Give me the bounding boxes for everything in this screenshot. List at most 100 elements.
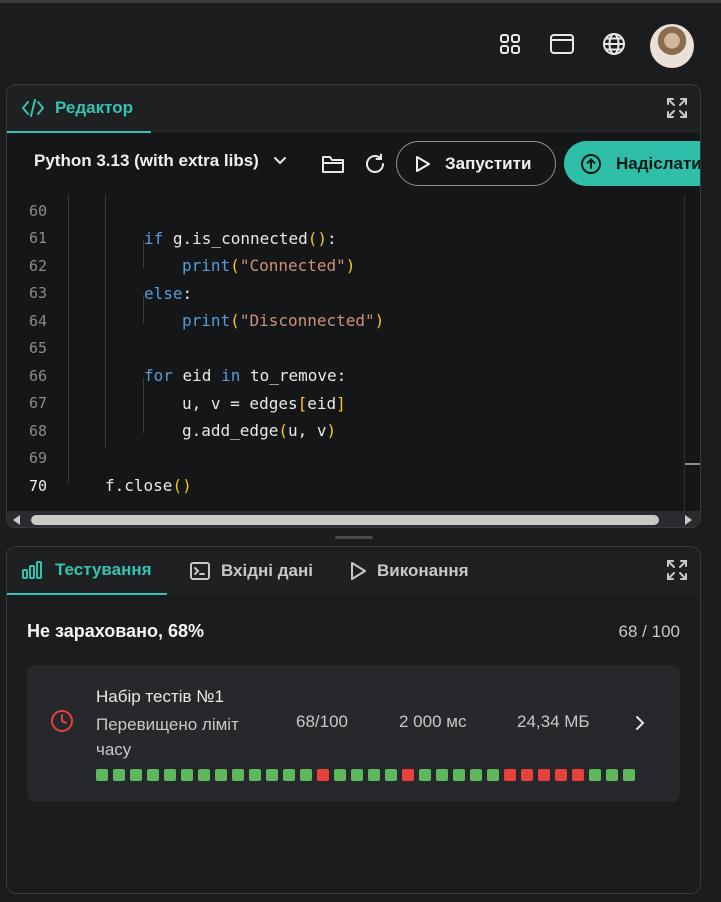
code-text: print("Disconnected") xyxy=(182,311,385,331)
horizontal-scrollbar[interactable] xyxy=(7,511,700,527)
tab-input-label: Вхідні дані xyxy=(221,561,313,580)
expand-icon[interactable] xyxy=(666,559,688,581)
code-line: 65 xyxy=(7,335,700,363)
language-label: Python 3.13 (with extra libs) xyxy=(34,151,259,170)
test-group-card[interactable]: Набір тестів №1 Перевищено ліміт часу 68… xyxy=(27,665,680,802)
line-number: 65 xyxy=(28,339,47,358)
run-button-label: Запустити xyxy=(445,153,532,173)
play-icon xyxy=(416,155,430,172)
submit-button[interactable]: Надіслати xyxy=(564,141,701,186)
code-line-current: 70 f.close() xyxy=(7,472,700,500)
test-result-pass[interactable] xyxy=(419,769,431,781)
code-line: 68 g.add_edge(u, v) xyxy=(7,417,700,445)
scroll-thumb[interactable] xyxy=(31,515,659,525)
code-line: 67 u, v = edges[eid] xyxy=(7,390,700,418)
tab-execution[interactable]: Виконання xyxy=(335,547,483,595)
code-icon xyxy=(21,99,45,117)
window-icon[interactable] xyxy=(549,31,575,57)
line-number: 61 xyxy=(28,229,47,248)
test-result-pass[interactable] xyxy=(130,769,142,781)
expand-icon[interactable] xyxy=(666,97,688,119)
tab-editor[interactable]: Редактор xyxy=(7,85,151,133)
test-result-pass[interactable] xyxy=(181,769,193,781)
test-result-pass[interactable] xyxy=(232,769,244,781)
test-result-pass[interactable] xyxy=(147,769,159,781)
code-line: 69 xyxy=(7,445,700,473)
globe-icon[interactable] xyxy=(601,31,627,57)
code-line: 62 print("Connected") xyxy=(7,252,700,280)
code-line: 61 if g.is_connected(): xyxy=(7,225,700,253)
code-text: for eid in to_remove: xyxy=(144,366,347,386)
code-editor[interactable]: 60 61 if g.is_connected(): 62 print("Con… xyxy=(7,195,700,511)
resize-handle[interactable] xyxy=(335,536,373,539)
test-result-pass[interactable] xyxy=(436,769,448,781)
bar-chart-icon xyxy=(22,561,42,579)
language-select[interactable]: Python 3.13 (with extra libs) xyxy=(34,151,287,171)
top-bar xyxy=(0,3,721,83)
test-group-title: Набір тестів №1 xyxy=(96,687,224,706)
test-result-pass[interactable] xyxy=(470,769,482,781)
editor-panel: Редактор Python 3.13 (with extra libs) З… xyxy=(6,84,701,528)
tab-testing[interactable]: Тестування xyxy=(7,547,167,595)
test-group-points: 68/100 xyxy=(296,712,348,731)
test-result-fail[interactable] xyxy=(504,769,516,781)
line-number: 66 xyxy=(28,366,47,385)
chevron-down-icon xyxy=(273,157,286,165)
test-result-fail[interactable] xyxy=(538,769,550,781)
test-results-strip xyxy=(96,769,635,781)
test-result-pass[interactable] xyxy=(368,769,380,781)
code-line: 66 for eid in to_remove: xyxy=(7,362,700,390)
test-result-pass[interactable] xyxy=(215,769,227,781)
terminal-icon xyxy=(190,562,210,580)
test-result-pass[interactable] xyxy=(113,769,125,781)
tests-tab-row: Тестування Вхідні дані Виконання xyxy=(7,547,700,595)
test-result-pass[interactable] xyxy=(198,769,210,781)
code-text: f.close() xyxy=(105,476,192,496)
code-line: 64 print("Disconnected") xyxy=(7,307,700,335)
test-result-pass[interactable] xyxy=(453,769,465,781)
tab-editor-label: Редактор xyxy=(55,98,133,117)
test-result-fail[interactable] xyxy=(572,769,584,781)
test-result-fail[interactable] xyxy=(521,769,533,781)
refresh-icon[interactable] xyxy=(362,151,388,177)
test-result-pass[interactable] xyxy=(623,769,635,781)
test-result-pass[interactable] xyxy=(606,769,618,781)
vertical-scrollbar[interactable] xyxy=(684,195,700,511)
scroll-right-icon[interactable] xyxy=(685,515,692,525)
test-result-pass[interactable] xyxy=(96,769,108,781)
upload-circle-icon xyxy=(581,153,601,174)
test-result-fail[interactable] xyxy=(402,769,414,781)
test-result-pass[interactable] xyxy=(249,769,261,781)
test-result-pass[interactable] xyxy=(334,769,346,781)
test-result-pass[interactable] xyxy=(385,769,397,781)
tests-panel: Тестування Вхідні дані Виконання Не зара… xyxy=(6,546,701,894)
line-number: 67 xyxy=(28,394,47,413)
test-result-fail[interactable] xyxy=(555,769,567,781)
tab-input[interactable]: Вхідні дані xyxy=(175,547,327,595)
test-result-pass[interactable] xyxy=(300,769,312,781)
folder-icon[interactable] xyxy=(320,151,346,177)
code-text: else: xyxy=(144,283,193,303)
test-result-fail[interactable] xyxy=(317,769,329,781)
test-group-time: 2 000 мс xyxy=(399,712,467,731)
tests-body: Не зараховано, 68% 68 / 100 Набір тестів… xyxy=(7,595,700,893)
test-result-pass[interactable] xyxy=(164,769,176,781)
line-number: 70 xyxy=(28,476,47,495)
scroll-left-icon[interactable] xyxy=(13,515,20,525)
test-result-pass[interactable] xyxy=(351,769,363,781)
line-number: 60 xyxy=(28,201,47,220)
editor-toolbar: Python 3.13 (with extra libs) Запустити … xyxy=(7,133,700,195)
line-number: 69 xyxy=(28,449,47,468)
test-result-pass[interactable] xyxy=(266,769,278,781)
test-result-pass[interactable] xyxy=(487,769,499,781)
test-result-pass[interactable] xyxy=(589,769,601,781)
avatar[interactable] xyxy=(650,24,694,68)
test-result-pass[interactable] xyxy=(283,769,295,781)
grid-icon[interactable] xyxy=(497,31,523,57)
code-line: 60 xyxy=(7,197,700,225)
line-number: 63 xyxy=(28,284,47,303)
submit-button-label: Надіслати xyxy=(616,153,701,173)
chevron-right-icon[interactable] xyxy=(635,715,645,731)
clock-icon xyxy=(51,710,73,732)
run-button[interactable]: Запустити xyxy=(396,141,556,186)
